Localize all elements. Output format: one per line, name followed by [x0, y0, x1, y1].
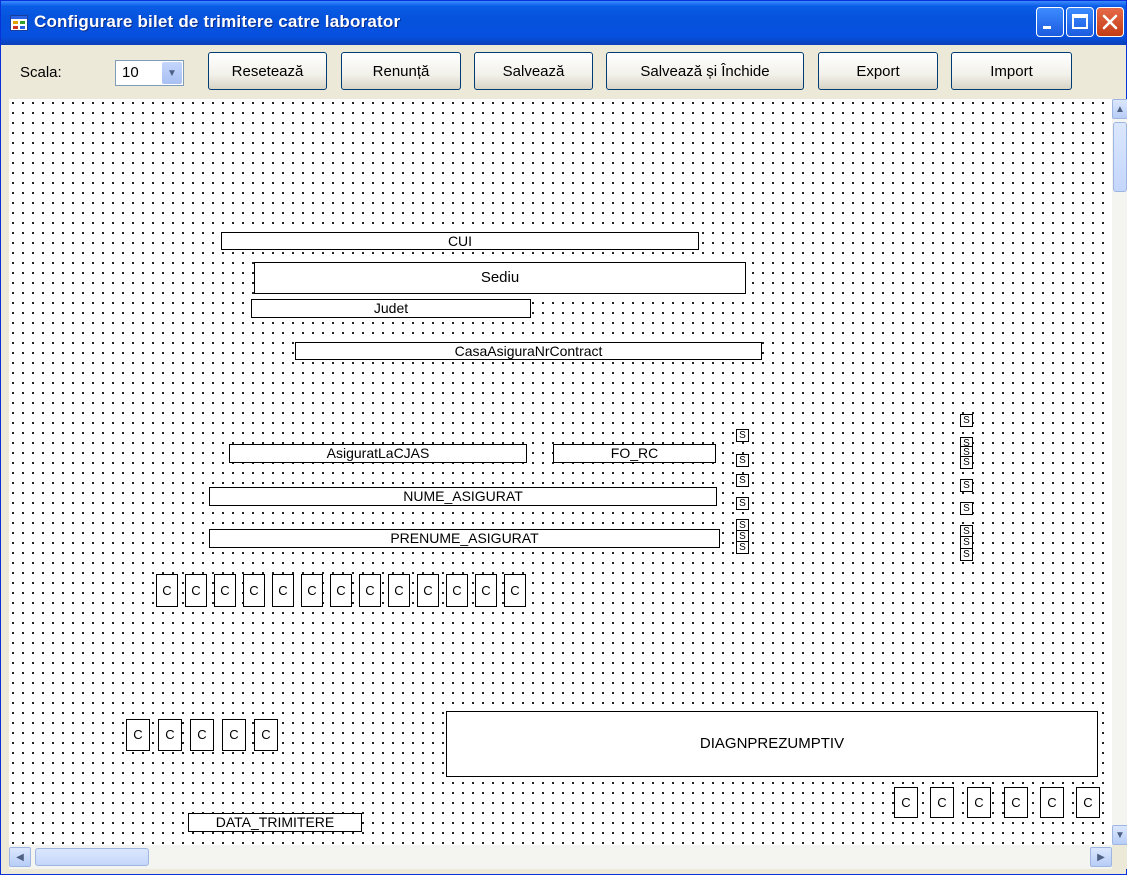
field-nume-asigurat[interactable]: NUME_ASIGURAT — [209, 487, 717, 506]
field-cui[interactable]: CUI — [221, 232, 699, 250]
c-cell[interactable]: C — [185, 574, 207, 607]
scroll-up-button[interactable]: ▲ — [1112, 99, 1127, 119]
window-title: Configurare bilet de trimitere catre lab… — [34, 12, 401, 31]
config-window: Configurare bilet de trimitere catre lab… — [0, 0, 1127, 875]
save-and-close-button[interactable]: Salvează și Închide — [606, 52, 804, 90]
toolbar: Scala: 10 ▼ Resetează Renunță Salvează S… — [1, 45, 1126, 99]
title-bar[interactable]: Configurare bilet de trimitere catre lab… — [1, 1, 1126, 45]
field-asigurat-cjas[interactable]: AsiguratLaCJAS — [229, 444, 527, 463]
c-cell[interactable]: C — [158, 719, 182, 751]
scale-select[interactable]: 10 ▼ — [115, 60, 184, 86]
c-cell[interactable]: C — [301, 574, 323, 607]
minimize-icon — [1043, 26, 1051, 29]
resize-grip[interactable] — [1112, 845, 1127, 869]
vertical-scroll-thumb[interactable] — [1113, 122, 1127, 192]
c-cell[interactable]: C — [330, 574, 352, 607]
scroll-left-button[interactable]: ◀ — [9, 847, 31, 867]
close-button[interactable] — [1096, 7, 1124, 37]
field-casa-asigurari[interactable]: CasaAsiguraNrContract — [295, 342, 762, 360]
field-judet[interactable]: Judet — [251, 299, 531, 318]
c-cell[interactable]: C — [1076, 787, 1100, 818]
scroll-right-button[interactable]: ▶ — [1090, 847, 1112, 867]
reset-button[interactable]: Resetează — [208, 52, 327, 90]
chevron-down-icon[interactable]: ▼ — [162, 62, 182, 84]
field-diagn-prezumptiv[interactable]: DIAGNPREZUMPTIV — [446, 711, 1098, 777]
import-button[interactable]: Import — [951, 52, 1072, 90]
c-cell[interactable]: C — [272, 574, 294, 607]
field-data-trimitere[interactable]: DATA_TRIMITERE — [188, 813, 362, 832]
minimize-button[interactable] — [1036, 7, 1064, 37]
horizontal-scrollbar[interactable]: ◀ ▶ — [9, 845, 1112, 869]
design-canvas[interactable]: CUI Sediu Judet CasaAsiguraNrContract As… — [9, 99, 1112, 845]
scale-value: 10 — [122, 64, 139, 81]
c-cell[interactable]: C — [475, 574, 497, 607]
c-cell[interactable]: C — [126, 719, 150, 751]
scroll-down-button[interactable]: ▼ — [1112, 825, 1127, 845]
field-fo-rc[interactable]: FO_RC — [553, 444, 716, 463]
s-cell[interactable]: S — [960, 548, 973, 561]
vertical-scrollbar[interactable]: ▲ ▼ — [1112, 99, 1127, 845]
c-cell[interactable]: C — [1040, 787, 1064, 818]
c-cell[interactable]: C — [894, 787, 918, 818]
cancel-button[interactable]: Renunță — [341, 52, 461, 90]
horizontal-scroll-thumb[interactable] — [35, 848, 149, 866]
c-cell[interactable]: C — [930, 787, 954, 818]
export-button[interactable]: Export — [818, 52, 938, 90]
c-cell[interactable]: C — [417, 574, 439, 607]
field-prenume-asigurat[interactable]: PRENUME_ASIGURAT — [209, 529, 720, 548]
c-cell[interactable]: C — [1004, 787, 1028, 818]
s-cell[interactable]: S — [960, 502, 973, 515]
s-cell[interactable]: S — [960, 479, 973, 492]
c-cell[interactable]: C — [504, 574, 526, 607]
s-cell[interactable]: S — [736, 454, 749, 467]
c-cell[interactable]: C — [156, 574, 178, 607]
c-cell[interactable]: C — [359, 574, 381, 607]
c-cell[interactable]: C — [243, 574, 265, 607]
c-cell[interactable]: C — [446, 574, 468, 607]
c-cell[interactable]: C — [967, 787, 991, 818]
s-cell[interactable]: S — [960, 414, 973, 427]
field-sediu[interactable]: Sediu — [254, 262, 746, 294]
c-cell[interactable]: C — [222, 719, 246, 751]
c-cell[interactable]: C — [388, 574, 410, 607]
s-cell[interactable]: S — [736, 429, 749, 442]
s-cell[interactable]: S — [736, 474, 749, 487]
app-icon — [10, 15, 28, 31]
scale-label: Scala: — [20, 64, 62, 81]
maximize-icon — [1072, 14, 1088, 29]
c-cell[interactable]: C — [190, 719, 214, 751]
save-button[interactable]: Salvează — [474, 52, 593, 90]
maximize-button[interactable] — [1066, 7, 1094, 37]
close-icon — [1102, 14, 1118, 30]
s-cell[interactable]: S — [960, 456, 973, 469]
c-cell[interactable]: C — [254, 719, 278, 751]
s-cell[interactable]: S — [736, 541, 749, 554]
c-cell[interactable]: C — [214, 574, 236, 607]
s-cell[interactable]: S — [736, 497, 749, 510]
